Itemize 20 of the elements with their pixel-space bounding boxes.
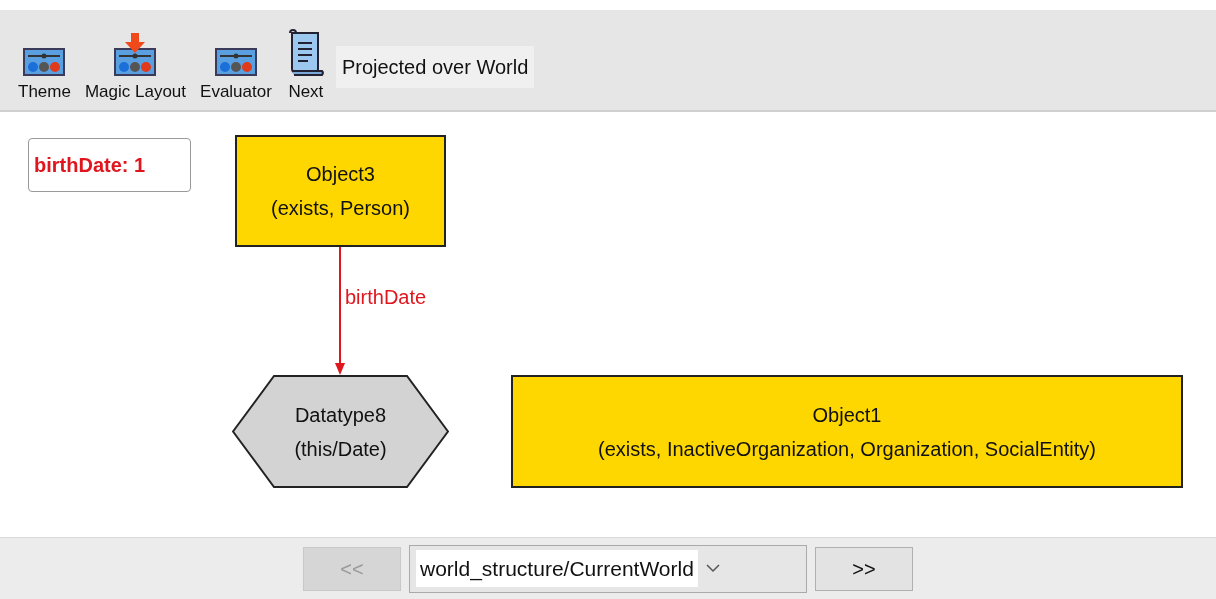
toolbar-button[interactable]: Next xyxy=(285,18,326,104)
node-title: Datatype8 xyxy=(294,402,387,428)
chevron-down-icon xyxy=(705,564,720,573)
node-title: Object1 xyxy=(812,402,882,428)
object-node[interactable]: Object3 (exists, Person) xyxy=(235,135,446,247)
toolbar-button[interactable]: Theme xyxy=(18,18,71,104)
object-node[interactable]: Object1 (exists, InactiveOrganization, Organization, SocialEntity) xyxy=(511,375,1183,488)
world-dropdown[interactable]: world_structure/CurrentWorld xyxy=(409,544,807,593)
node-types: (exists, InactiveOrganization, Organization, SocialEntity) xyxy=(598,436,1096,462)
node-types: (this/Date) xyxy=(294,436,387,462)
projection-label: Projected over World xyxy=(335,46,535,88)
edge-label: birthDate xyxy=(345,285,427,310)
legend-label: birthDate: 1 xyxy=(28,138,191,192)
nav-button[interactable]: >> xyxy=(815,546,913,591)
node-title: Object3 xyxy=(306,162,375,187)
toolbar-button[interactable]: Evaluator xyxy=(200,18,272,104)
datatype-node[interactable] xyxy=(232,375,449,488)
node-types: (exists, Person) xyxy=(271,196,410,221)
slider-panel-arrow-icon xyxy=(113,33,158,77)
toolbar-button[interactable]: Magic Layout xyxy=(84,18,187,104)
